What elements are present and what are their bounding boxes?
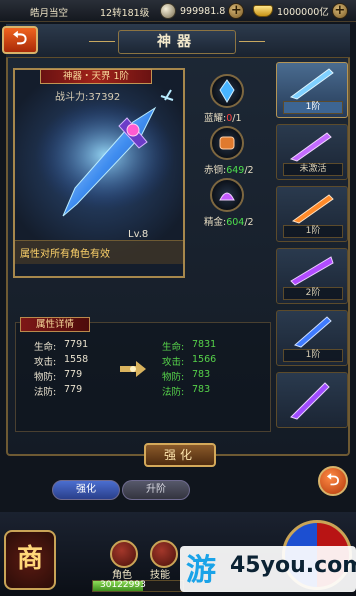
next-stat-name: 物防:: [162, 372, 185, 383]
material-name: 精金: [204, 217, 224, 228]
exp-text: 30122993: [100, 580, 146, 590]
next-stat-value: 7831: [192, 339, 217, 350]
artifact-icon: [291, 194, 334, 224]
blue-crystal-icon[interactable]: [210, 74, 244, 108]
next-stat-value: 783: [192, 369, 211, 380]
stat-value: 1558: [64, 354, 89, 365]
gold-amount: 1000000亿: [277, 7, 329, 18]
add-silver-button[interactable]: +: [228, 3, 245, 19]
artifact-icon: [290, 256, 334, 286]
stat-name: 物防:: [34, 372, 57, 383]
tab-advance[interactable]: 升阶: [122, 480, 190, 500]
material-gold: 精金:604/2: [204, 217, 254, 228]
tab-label: 2阶: [283, 287, 343, 300]
tab-label: 1阶: [283, 101, 343, 114]
back-arrow-icon: ⮌: [326, 470, 340, 489]
next-stat-value: 783: [192, 384, 211, 395]
artifact-tab-2[interactable]: 未激活: [276, 124, 348, 180]
material-required: /1: [232, 113, 242, 124]
shop-button[interactable]: 商: [4, 530, 56, 590]
tab-upgrade[interactable]: 强化: [52, 480, 120, 500]
tab-label: 1阶: [283, 349, 343, 362]
stat-name: 攻击:: [34, 357, 57, 368]
back-arrow-icon: ⮌: [12, 28, 28, 49]
stat-value: 7791: [64, 339, 89, 350]
artifact-tab-3[interactable]: 1阶: [276, 186, 348, 242]
next-stat-name: 生命:: [162, 342, 185, 353]
artifact-tab-4[interactable]: 2阶: [276, 248, 348, 304]
page-title: 神器: [89, 30, 265, 54]
material-copper: 赤铜:649/2: [204, 165, 254, 176]
server-name: 皓月当空: [30, 8, 69, 19]
artifact-tab-5[interactable]: 1阶: [276, 310, 348, 366]
material-name: 蓝耀: [204, 113, 224, 124]
weapon-tier-tag: 神器・天界 1阶: [40, 69, 152, 84]
next-stat-name: 攻击:: [162, 357, 185, 368]
next-stat-name: 法防:: [162, 387, 185, 398]
red-copper-icon[interactable]: [210, 126, 244, 160]
player-level: 12转181级: [100, 8, 150, 19]
combat-power: 战斗力:37392: [55, 92, 121, 103]
stat-value: 779: [64, 384, 83, 395]
material-current: 649: [226, 165, 245, 176]
material-name: 赤铜: [204, 165, 224, 176]
upgrade-arrow-icon: [120, 361, 146, 377]
material-required: /2: [244, 217, 254, 228]
watermark-logo: 游: [186, 553, 216, 588]
material-blue: 蓝耀:0/1: [204, 113, 242, 124]
attr-note: 属性对所有角色有效: [20, 249, 110, 260]
artifact-icon: [294, 316, 332, 348]
skill-icon[interactable]: [150, 540, 178, 568]
artifact-tab-1[interactable]: 1阶: [276, 62, 348, 118]
stat-value: 779: [64, 369, 83, 380]
gold-group: 1000000亿 +: [253, 2, 348, 20]
skill-label[interactable]: 技能: [150, 566, 170, 581]
fine-gold-icon[interactable]: [210, 178, 244, 212]
add-gold-button[interactable]: +: [331, 3, 348, 19]
silver-coin-icon: [160, 3, 176, 19]
role-icon[interactable]: [110, 540, 138, 568]
tab-label: 1阶: [283, 225, 343, 238]
upgrade-button[interactable]: 强化: [144, 443, 216, 467]
watermark-site: 45you.com: [230, 553, 356, 578]
close-round-button[interactable]: ⮌: [318, 466, 348, 496]
artifact-icon: [289, 68, 334, 100]
material-current: 604: [226, 217, 245, 228]
role-label[interactable]: 角色: [112, 566, 132, 581]
attribute-details-title: 属性详情: [20, 317, 90, 332]
artifact-tab-6[interactable]: [276, 372, 348, 428]
status-bar: 皓月当空 12转181级 999981.8 + 1000000亿 +: [0, 0, 356, 22]
artifact-icon: [290, 382, 330, 420]
back-button[interactable]: ⮌: [2, 26, 38, 54]
weapon-level: Lv.8: [128, 229, 149, 240]
stat-name: 法防:: [34, 387, 57, 398]
silver-group: 999981.8 +: [160, 2, 245, 20]
silver-amount: 999981.8: [180, 5, 226, 17]
stat-name: 生命:: [34, 342, 57, 353]
tab-label: 未激活: [283, 163, 343, 176]
next-stat-value: 1566: [192, 354, 217, 365]
artifact-icon: [289, 132, 332, 162]
material-required: /2: [244, 165, 254, 176]
gold-ingot-icon: [253, 5, 273, 17]
